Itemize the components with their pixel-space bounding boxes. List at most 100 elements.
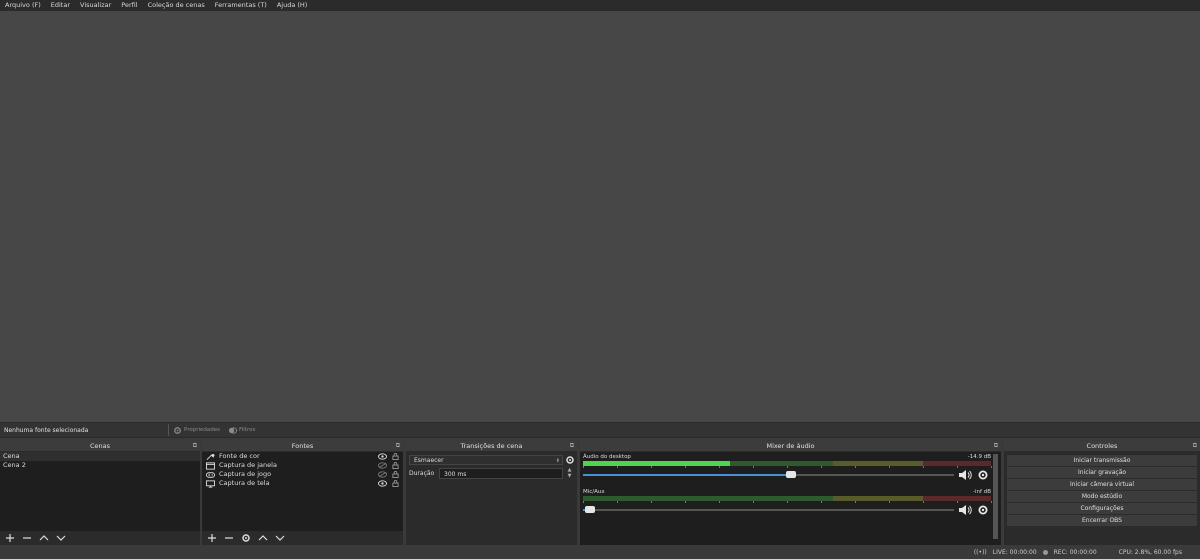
meter-tick <box>787 501 788 503</box>
lock-icon[interactable] <box>390 480 400 488</box>
eye-hidden-icon[interactable] <box>377 462 387 470</box>
menu-ajuda[interactable]: Ajuda (H) <box>272 0 313 11</box>
menu-perfil[interactable]: Perfil <box>116 0 142 11</box>
move-scene-up-button[interactable] <box>37 532 51 544</box>
chevron-up-icon <box>39 535 49 541</box>
exit-button[interactable]: Encerrar OBS <box>1007 515 1197 526</box>
scene-item[interactable]: Cena 2 <box>0 461 200 470</box>
status-bar: ((•)) LIVE: 00:00:00 REC: 00:00:00 CPU: … <box>0 546 1200 559</box>
speaker-icon[interactable] <box>958 469 972 481</box>
add-scene-button[interactable] <box>3 532 17 544</box>
start-recording-button[interactable]: Iniciar gravação <box>1007 467 1197 478</box>
undock-icon[interactable]: ⧉ <box>396 441 400 451</box>
start-virtual-camera-button[interactable]: Iniciar câmera virtual <box>1007 479 1197 490</box>
select-arrows-icon: ⬍ <box>555 458 560 464</box>
undock-icon[interactable]: ⧉ <box>570 441 574 451</box>
controls-buttons: Iniciar transmissão Iniciar gravação Ini… <box>1004 451 1200 526</box>
meter-tick <box>991 501 992 503</box>
menu-ferramentas[interactable]: Ferramentas (T) <box>210 0 272 11</box>
menu-colecao-de-cenas[interactable]: Coleção de cenas <box>143 0 210 11</box>
brush-icon <box>205 453 215 461</box>
transition-select[interactable]: Esmaecer ⬍ <box>409 455 563 465</box>
lock-icon[interactable] <box>390 453 400 461</box>
meter-tick <box>991 466 992 468</box>
menu-arquivo[interactable]: Arquivo (F) <box>0 0 46 11</box>
mixer-title-bar: Mixer de áudio ⧉ <box>580 441 1001 451</box>
studio-mode-button[interactable]: Modo estúdio <box>1007 491 1197 502</box>
minus-icon <box>23 537 31 539</box>
controls-title-bar: Controles ⧉ <box>1004 441 1200 451</box>
source-properties-button[interactable] <box>239 532 253 544</box>
meter-tick <box>650 466 652 468</box>
properties-button[interactable]: Propriedades <box>173 426 220 435</box>
gear-icon[interactable] <box>977 504 989 516</box>
gear-icon[interactable] <box>977 469 989 481</box>
transition-selected-value: Esmaecer <box>414 457 444 464</box>
source-label: Fonte de cor <box>219 452 260 460</box>
gear-icon[interactable] <box>565 455 575 465</box>
undock-icon[interactable]: ⧉ <box>1193 441 1197 451</box>
preview-canvas[interactable] <box>0 11 1200 422</box>
move-source-up-button[interactable] <box>256 532 270 544</box>
duration-field[interactable]: 300 ms <box>439 468 563 479</box>
menu-bar: Arquivo (F) Editar Visualizar Perfil Col… <box>0 0 1200 11</box>
source-item[interactable]: Fonte de cor <box>202 452 403 461</box>
channel-db: -inf dB <box>973 489 991 495</box>
scene-item[interactable]: Cena <box>0 452 200 461</box>
eye-icon[interactable] <box>377 480 387 488</box>
undock-icon[interactable]: ⧉ <box>193 441 197 451</box>
speaker-icon[interactable] <box>958 504 972 516</box>
eye-icon[interactable] <box>377 453 387 461</box>
audio-channel: Áudio do desktop -14.9 dB <box>583 454 992 488</box>
meter-tick <box>616 466 618 468</box>
scrollbar-thumb[interactable] <box>993 454 998 539</box>
scene-label: Cena <box>3 452 20 460</box>
slider-handle[interactable] <box>785 471 796 478</box>
source-label: Captura de janela <box>219 461 277 469</box>
duration-stepper[interactable]: ▲ ▼ <box>565 467 574 480</box>
lock-icon[interactable] <box>390 462 400 470</box>
volume-slider[interactable] <box>583 471 954 478</box>
controls-dock: Controles ⧉ Iniciar transmissão Iniciar … <box>1004 441 1200 545</box>
lock-icon[interactable] <box>390 471 400 479</box>
start-streaming-button[interactable]: Iniciar transmissão <box>1007 455 1197 466</box>
chevron-up-icon <box>258 535 268 541</box>
minus-icon <box>225 537 233 539</box>
mixer-scrollbar[interactable] <box>993 454 998 539</box>
channel-name: Mic/Aux <box>583 489 605 495</box>
meter-tick <box>685 466 686 468</box>
add-source-button[interactable] <box>205 532 219 544</box>
meter-tick <box>583 466 584 468</box>
meter-tick <box>889 466 890 468</box>
gear-icon <box>174 426 181 434</box>
filters-label: Filtros <box>239 427 256 433</box>
menu-visualizar[interactable]: Visualizar <box>75 0 116 11</box>
step-down-icon[interactable]: ▼ <box>565 473 574 479</box>
sources-title-bar: Fontes ⧉ <box>202 441 403 451</box>
sources-toolbar <box>202 531 403 545</box>
source-item[interactable]: Captura de jogo <box>202 470 403 479</box>
undock-icon[interactable]: ⧉ <box>994 441 998 451</box>
menu-editar[interactable]: Editar <box>46 0 75 11</box>
scenes-title: Cenas <box>89 442 111 450</box>
meter-ticks <box>583 466 992 470</box>
move-source-down-button[interactable] <box>273 532 287 544</box>
volume-slider[interactable] <box>583 506 954 513</box>
audio-channel: Mic/Aux -inf dB <box>583 489 992 523</box>
eye-hidden-icon[interactable] <box>377 471 387 479</box>
meter-tick <box>753 466 754 468</box>
source-item[interactable]: Captura de tela <box>202 479 403 488</box>
remove-scene-button[interactable] <box>20 532 34 544</box>
divider <box>168 424 169 436</box>
source-label: Captura de tela <box>219 479 270 487</box>
meter-tick <box>718 501 720 503</box>
source-item[interactable]: Captura de janela <box>202 461 403 470</box>
transitions-dock: Transições de cena ⧉ Esmaecer ⬍ Duração … <box>406 441 577 545</box>
slider-handle[interactable] <box>585 506 596 513</box>
duration-value: 300 ms <box>444 471 467 478</box>
settings-button[interactable]: Configurações <box>1007 503 1197 514</box>
remove-source-button[interactable] <box>222 532 236 544</box>
filters-button[interactable]: Filtros <box>228 426 255 435</box>
move-scene-down-button[interactable] <box>54 532 68 544</box>
gamepad-icon <box>205 471 215 479</box>
